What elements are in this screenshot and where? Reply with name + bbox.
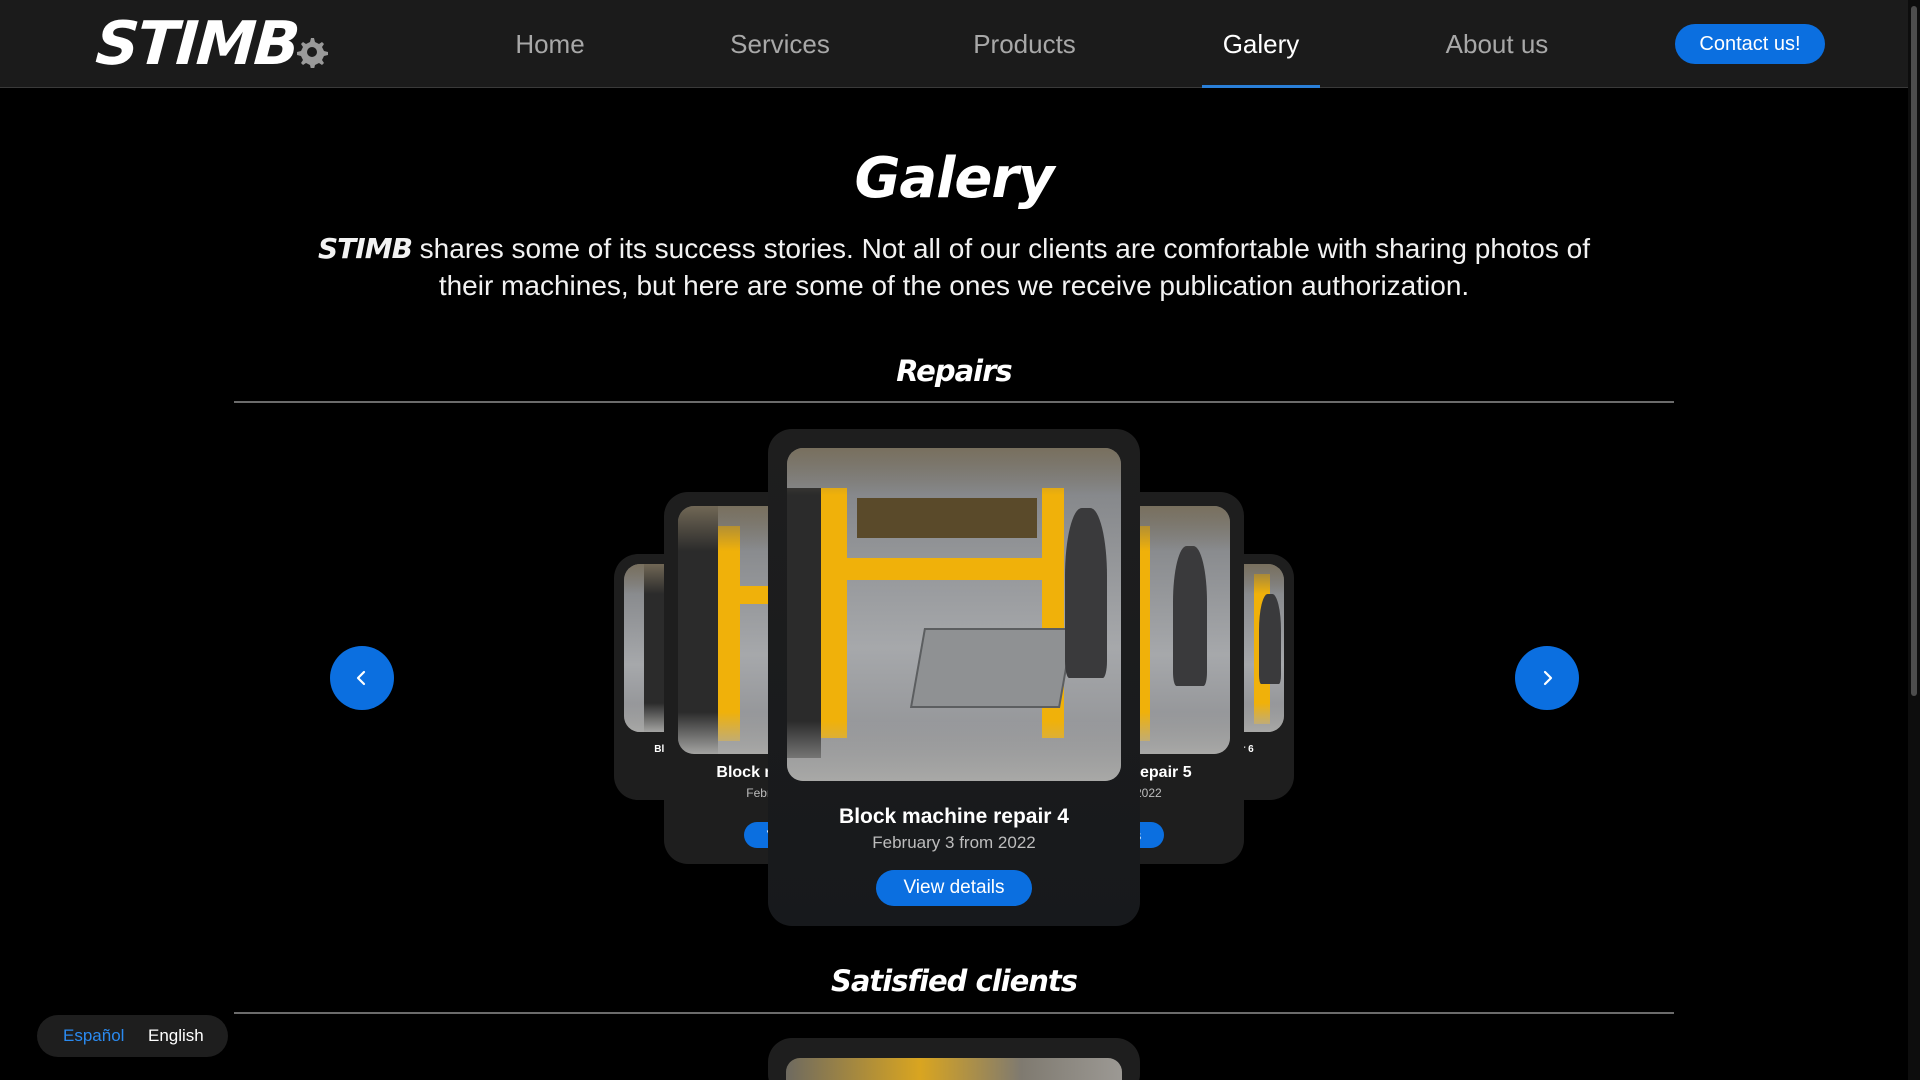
view-details-button[interactable]: View details [876, 870, 1032, 906]
nav-home[interactable]: Home [505, 0, 595, 88]
language-es[interactable]: Español [63, 1026, 124, 1046]
nav-products[interactable]: Products [968, 0, 1081, 88]
carousel-prev-button[interactable] [330, 646, 394, 710]
card-photo [786, 1058, 1122, 1080]
carousel-next-button[interactable] [1515, 646, 1579, 710]
nav-about-us[interactable]: About us [1440, 0, 1554, 88]
scrollbar-thumb[interactable] [1911, 6, 1917, 696]
section-divider [234, 1012, 1674, 1014]
language-switcher: Español English [37, 1015, 228, 1057]
top-navbar: STIMB Home Services Products Galery Abou… [0, 0, 1908, 88]
clients-carousel-card[interactable] [768, 1038, 1140, 1080]
carousel-card-active[interactable]: Block machine repair 4 February 3 from 2… [768, 429, 1140, 926]
card-photo [787, 448, 1121, 781]
repairs-carousel: Block machine repair 2 Block machine rep… [0, 420, 1908, 940]
chevron-left-icon [356, 670, 366, 686]
page-title: Galery [854, 146, 1054, 211]
nav-services[interactable]: Services [727, 0, 833, 88]
intro-text: STIMB shares some of its success stories… [290, 230, 1618, 304]
card-title: Block machine repair 4 [839, 805, 1069, 828]
section-title-satisfied-clients: Satisfied clients [830, 964, 1078, 998]
nav-galery[interactable]: Galery [1202, 0, 1320, 88]
section-divider [234, 401, 1674, 403]
chevron-right-icon [1543, 670, 1553, 686]
section-title-repairs: Repairs [896, 354, 1012, 388]
intro-brand: STIMB [318, 232, 413, 265]
language-en[interactable]: English [148, 1026, 204, 1046]
page-scrollbar[interactable] [1908, 0, 1920, 1080]
contact-us-button[interactable]: Contact us! [1675, 24, 1825, 64]
nav-links: Home Services Products Galery About us [0, 0, 1908, 88]
intro-body: shares some of its success stories. Not … [411, 233, 1590, 301]
card-date: February 3 from 2022 [872, 833, 1036, 852]
